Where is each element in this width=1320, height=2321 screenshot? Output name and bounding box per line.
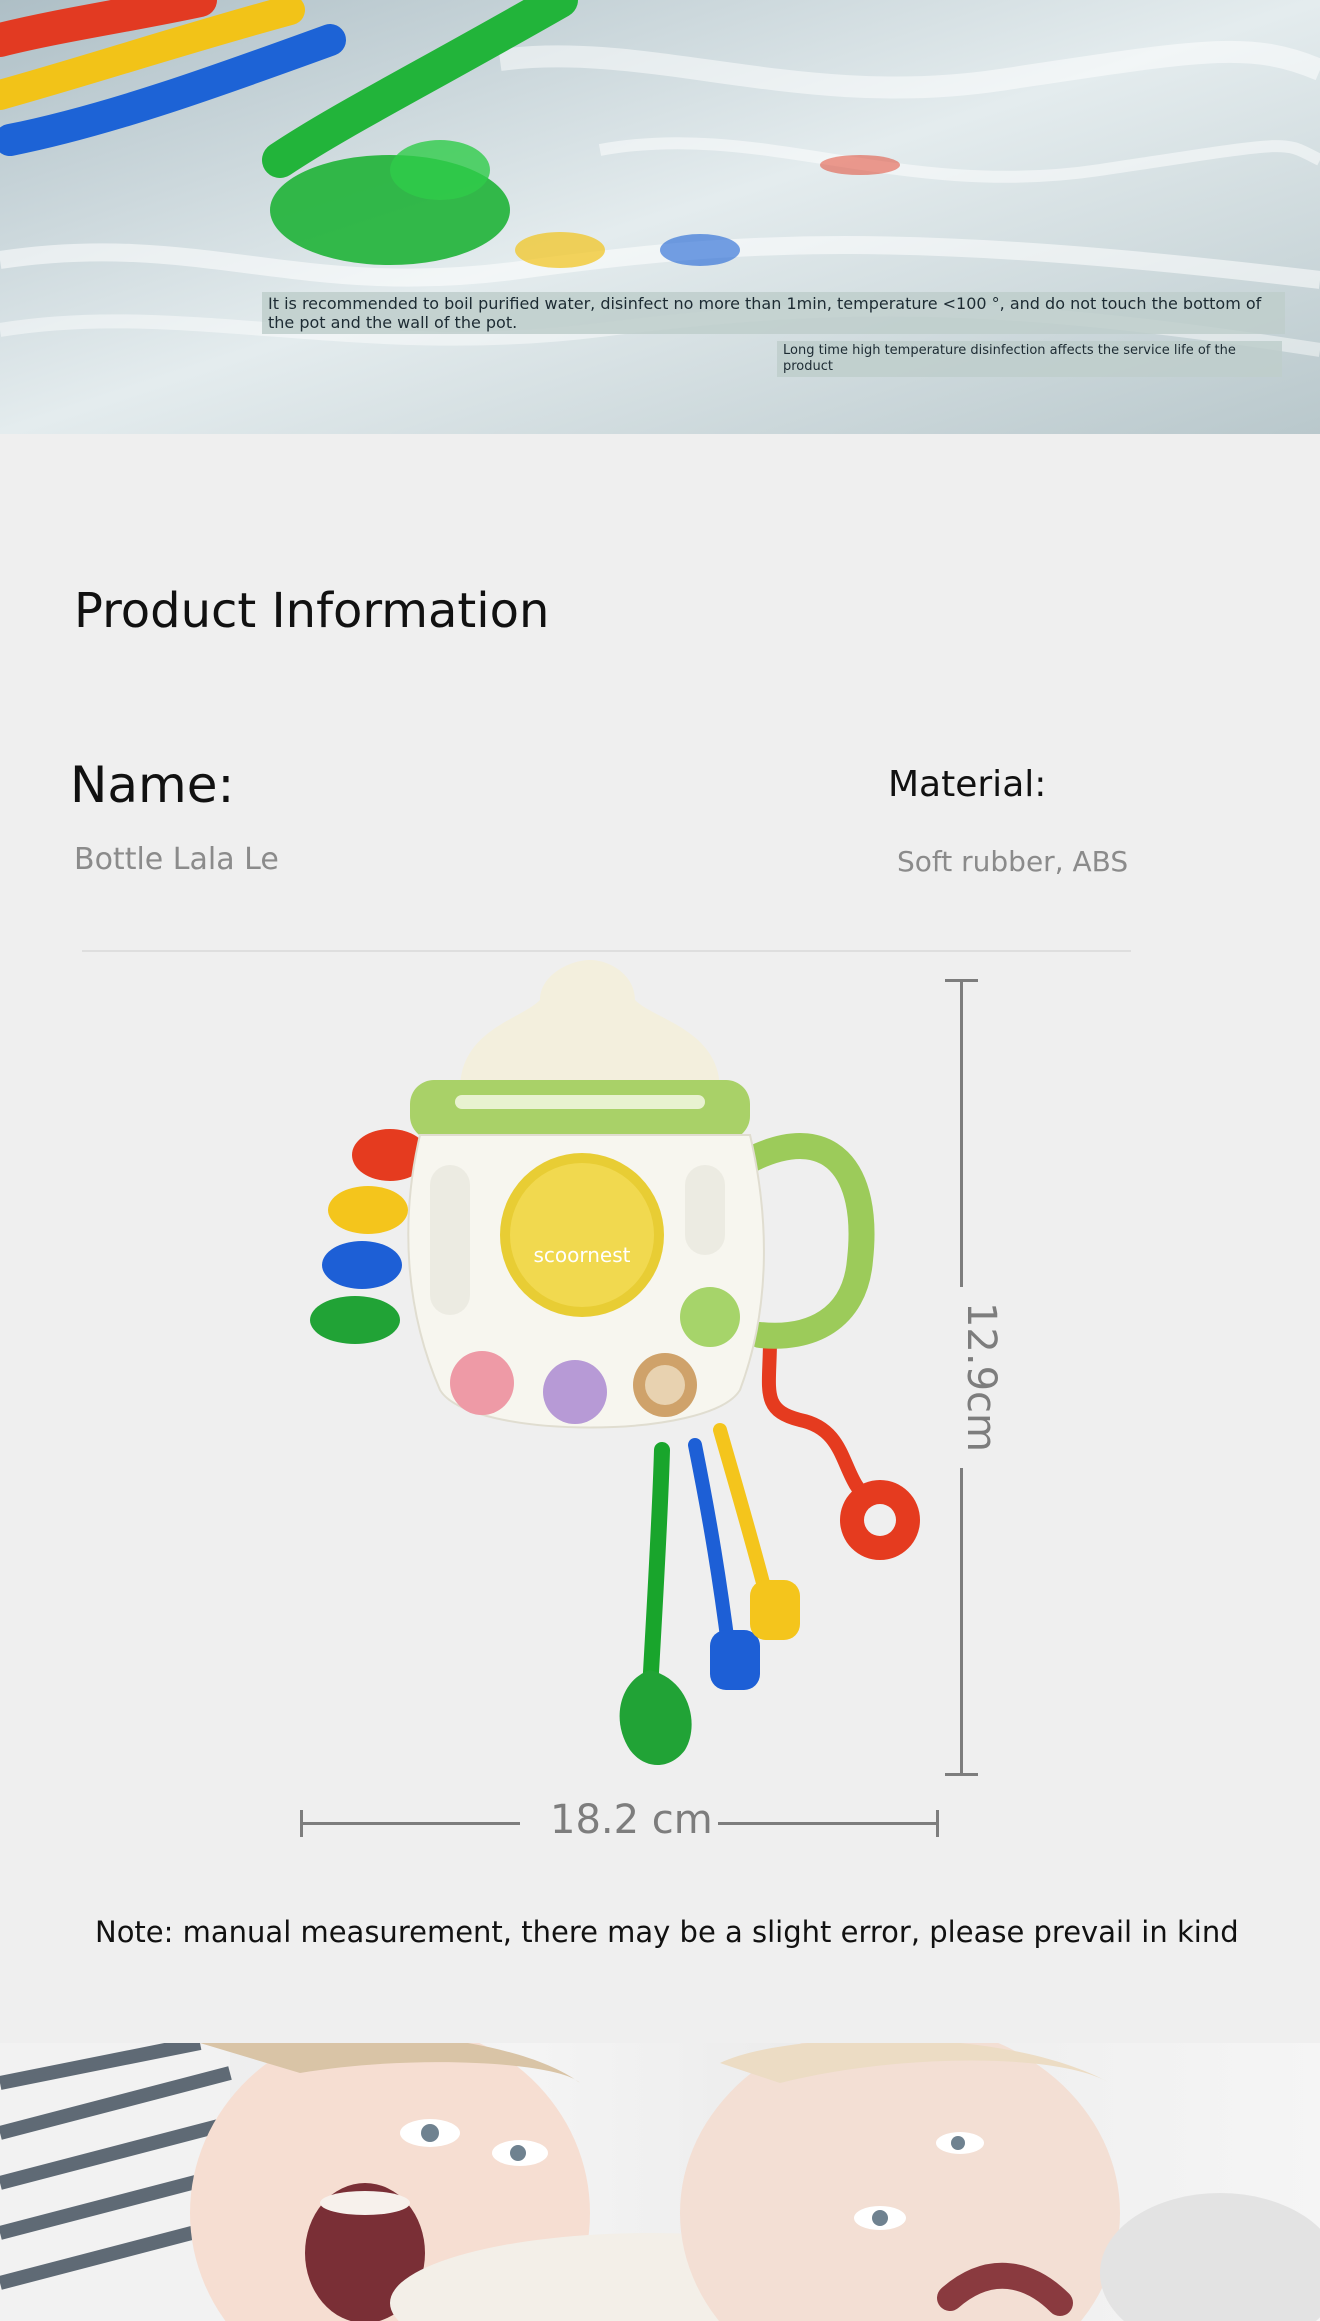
height-dimension-label: 12.9cm [958,1301,1004,1453]
brand-logo-text: scoornest [533,1243,630,1267]
width-dimension-cap-left [300,1810,303,1837]
height-dimension-line-top [960,980,963,1287]
height-dimension-line-bottom [960,1468,963,1775]
bottle-toy-image: scoornest [310,960,920,1765]
width-dimension-label: 18.2 cm [550,1797,713,1843]
width-dimension-line-right [718,1822,938,1825]
width-dimension-line-left [301,1822,520,1825]
laughing-children-illustration [0,2043,1320,2321]
kids-lifestyle-photo [0,2043,1320,2321]
product-information-title: Product Information [74,583,550,639]
name-value: Bottle Lala Le [74,842,279,877]
hero-water-photo: It is recommended to boil purified water… [0,0,1320,434]
material-label: Material: [888,764,1047,805]
disinfection-warning: Long time high temperature disinfection … [777,341,1282,377]
name-label: Name: [70,756,235,814]
disinfection-recommendation: It is recommended to boil purified water… [262,292,1285,334]
material-value: Soft rubber, ABS [897,845,1129,878]
measurement-note: Note: manual measurement, there may be a… [95,1915,1239,1949]
width-dimension-cap-right [936,1810,939,1837]
height-dimension-cap-bottom [945,1773,978,1776]
section-divider [82,950,1131,952]
height-dimension-cap-top [945,979,978,982]
